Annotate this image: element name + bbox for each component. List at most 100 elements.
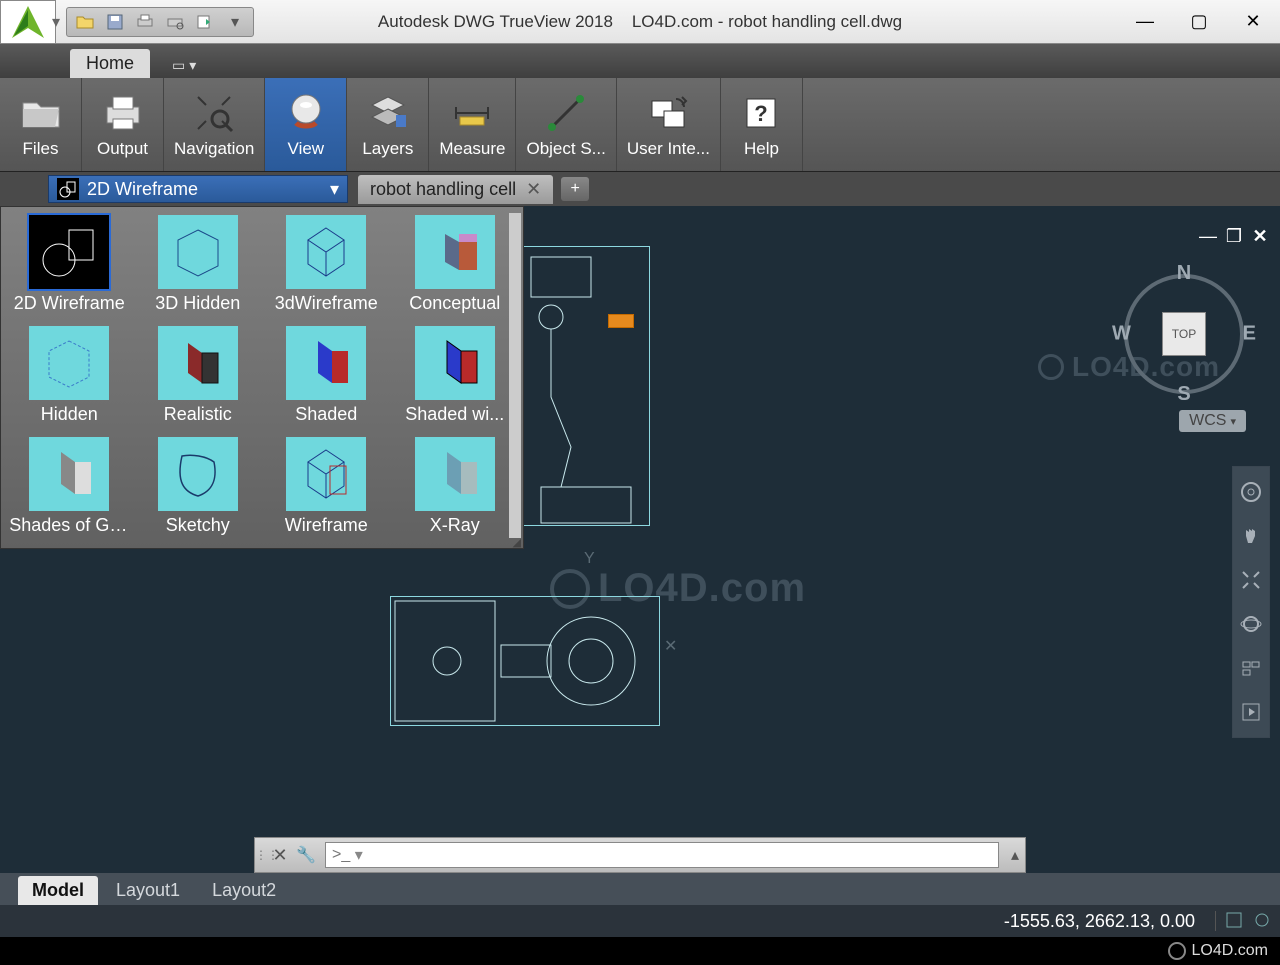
ribbon-view[interactable]: View bbox=[265, 78, 347, 171]
layout-tab-layout1[interactable]: Layout1 bbox=[102, 876, 194, 905]
ribbon-layers[interactable]: Layers bbox=[347, 78, 429, 171]
drawing-marker bbox=[608, 314, 634, 328]
visual-style-dropdown[interactable]: 2D Wireframe ▾ bbox=[48, 175, 348, 203]
style-label: 2D Wireframe bbox=[14, 293, 125, 314]
visual-style-sketchy[interactable]: Sketchy bbox=[134, 435, 263, 538]
save-icon[interactable] bbox=[103, 10, 127, 34]
close-tab-icon[interactable]: ✕ bbox=[526, 179, 541, 200]
play-icon[interactable] bbox=[1233, 695, 1269, 729]
commandline-close-icon[interactable]: ✕ bbox=[267, 845, 293, 866]
publish-icon[interactable] bbox=[193, 10, 217, 34]
viewport-close-icon[interactable]: ✕ bbox=[1250, 226, 1270, 247]
compass-e[interactable]: E bbox=[1243, 323, 1256, 346]
orbit-icon[interactable] bbox=[1233, 607, 1269, 641]
ribbon-label: Navigation bbox=[174, 139, 254, 159]
style-thumb-icon bbox=[29, 437, 109, 511]
style-label: Wireframe bbox=[285, 515, 368, 536]
viewcube[interactable]: N S E W TOP bbox=[1114, 264, 1254, 404]
ribbon-user-interface[interactable]: User Inte... bbox=[617, 78, 721, 171]
open-icon[interactable] bbox=[73, 10, 97, 34]
help-icon: ? bbox=[739, 91, 783, 135]
print-icon[interactable] bbox=[133, 10, 157, 34]
app-menu-button[interactable] bbox=[0, 0, 56, 44]
view-style-icon bbox=[284, 91, 328, 135]
drag-handle-icon[interactable]: ⋮⋮ bbox=[255, 848, 267, 862]
panel-selector[interactable]: ▭▾ bbox=[162, 53, 206, 78]
maximize-button[interactable]: ▢ bbox=[1172, 0, 1226, 43]
style-label: Shaded wi... bbox=[405, 404, 504, 425]
qat-dropdown-icon[interactable]: ▾ bbox=[223, 10, 247, 34]
ribbon-label: Measure bbox=[439, 139, 505, 159]
tab-home[interactable]: Home bbox=[70, 49, 150, 78]
window-title: Autodesk DWG TrueView 2018 LO4D.com - ro… bbox=[378, 12, 902, 32]
visual-style-2d-wireframe[interactable]: 2D Wireframe bbox=[5, 213, 134, 316]
style-label: 3D Hidden bbox=[155, 293, 240, 314]
visual-style-shades-of-gray[interactable]: Shades of Gray bbox=[5, 435, 134, 538]
quick-access-toolbar: ▾ bbox=[66, 7, 254, 37]
layout-tab-model[interactable]: Model bbox=[18, 876, 98, 905]
sub-toolbar: 2D Wireframe ▾ robot handling cell ✕ + bbox=[0, 172, 1280, 206]
pan-icon[interactable] bbox=[1233, 519, 1269, 553]
wcs-dropdown[interactable]: WCS▾ bbox=[1179, 410, 1246, 432]
ribbon-help[interactable]: ? Help bbox=[721, 78, 803, 171]
ribbon-output[interactable]: Output bbox=[82, 78, 164, 171]
style-label: Conceptual bbox=[409, 293, 500, 314]
gallery-scrollbar[interactable] bbox=[509, 213, 521, 538]
visual-style-realistic[interactable]: Realistic bbox=[134, 324, 263, 427]
style-thumb-icon bbox=[29, 215, 109, 289]
chevron-down-icon: ▾ bbox=[330, 179, 339, 200]
visual-style-shaded[interactable]: Shaded bbox=[262, 324, 391, 427]
folder-icon bbox=[19, 91, 63, 135]
print-preview-icon[interactable] bbox=[163, 10, 187, 34]
zoom-extents-icon[interactable] bbox=[1233, 563, 1269, 597]
ui-icon bbox=[646, 91, 690, 135]
gallery-resize-handle[interactable]: ◢ bbox=[509, 536, 521, 546]
status-tool-icon[interactable] bbox=[1224, 910, 1246, 932]
visual-style-hidden[interactable]: Hidden bbox=[5, 324, 134, 427]
visual-style-3d-hidden[interactable]: 3D Hidden bbox=[134, 213, 263, 316]
compass-n[interactable]: N bbox=[1177, 262, 1191, 285]
compass-w[interactable]: W bbox=[1112, 323, 1131, 346]
steering-wheel-icon[interactable] bbox=[1233, 475, 1269, 509]
ribbon-label: Files bbox=[23, 139, 59, 159]
style-label: 3dWireframe bbox=[275, 293, 378, 314]
ribbon-object-snap[interactable]: Object S... bbox=[516, 78, 616, 171]
layout-tab-layout2[interactable]: Layout2 bbox=[198, 876, 290, 905]
ribbon-label: Output bbox=[97, 139, 148, 159]
ribbon-label: User Inte... bbox=[627, 139, 710, 159]
ribbon-label: Layers bbox=[362, 139, 413, 159]
ribbon-label: Object S... bbox=[526, 139, 605, 159]
compass-s[interactable]: S bbox=[1177, 383, 1190, 406]
style-thumb-icon bbox=[29, 326, 109, 400]
visual-style-3dwireframe[interactable]: 3dWireframe bbox=[262, 213, 391, 316]
ribbon-files[interactable]: Files bbox=[0, 78, 82, 171]
close-button[interactable]: ✕ bbox=[1226, 0, 1280, 43]
showhide-icon[interactable] bbox=[1233, 651, 1269, 685]
visual-style-shaded-wi-[interactable]: Shaded wi... bbox=[391, 324, 520, 427]
document-tab[interactable]: robot handling cell ✕ bbox=[358, 175, 553, 204]
style-thumb-icon bbox=[286, 437, 366, 511]
dropdown-value: 2D Wireframe bbox=[87, 179, 198, 200]
wireframe-thumb-icon bbox=[57, 178, 79, 200]
visual-style-conceptual[interactable]: Conceptual bbox=[391, 213, 520, 316]
commandline-settings-icon[interactable]: 🔧 bbox=[293, 845, 319, 865]
style-thumb-icon bbox=[158, 326, 238, 400]
coordinates-readout: -1555.63, 2662.13, 0.00 bbox=[1004, 911, 1207, 932]
visual-style-wireframe[interactable]: Wireframe bbox=[262, 435, 391, 538]
minimize-button[interactable]: — bbox=[1118, 0, 1172, 43]
status-settings-icon[interactable] bbox=[1252, 910, 1274, 932]
chevron-down-icon: ▾ bbox=[1230, 415, 1236, 428]
style-label: Sketchy bbox=[166, 515, 230, 536]
layers-icon bbox=[366, 91, 410, 135]
visual-style-x-ray[interactable]: X-Ray bbox=[391, 435, 520, 538]
command-input[interactable]: >_ ▾ bbox=[325, 842, 999, 868]
viewport-minimize-icon[interactable]: — bbox=[1198, 226, 1218, 247]
visual-style-gallery: 2D Wireframe 3D Hidden 3dWireframe Conceptu… bbox=[0, 206, 524, 549]
ucs-x-icon: ✕ bbox=[664, 636, 686, 658]
viewcube-face[interactable]: TOP bbox=[1162, 312, 1206, 356]
new-tab-button[interactable]: + bbox=[561, 177, 589, 201]
viewport-restore-icon[interactable]: ❐ bbox=[1224, 226, 1244, 247]
ribbon-navigation[interactable]: Navigation bbox=[164, 78, 265, 171]
ribbon-measure[interactable]: Measure bbox=[429, 78, 516, 171]
commandline-expand-icon[interactable]: ▴ bbox=[1005, 845, 1025, 865]
